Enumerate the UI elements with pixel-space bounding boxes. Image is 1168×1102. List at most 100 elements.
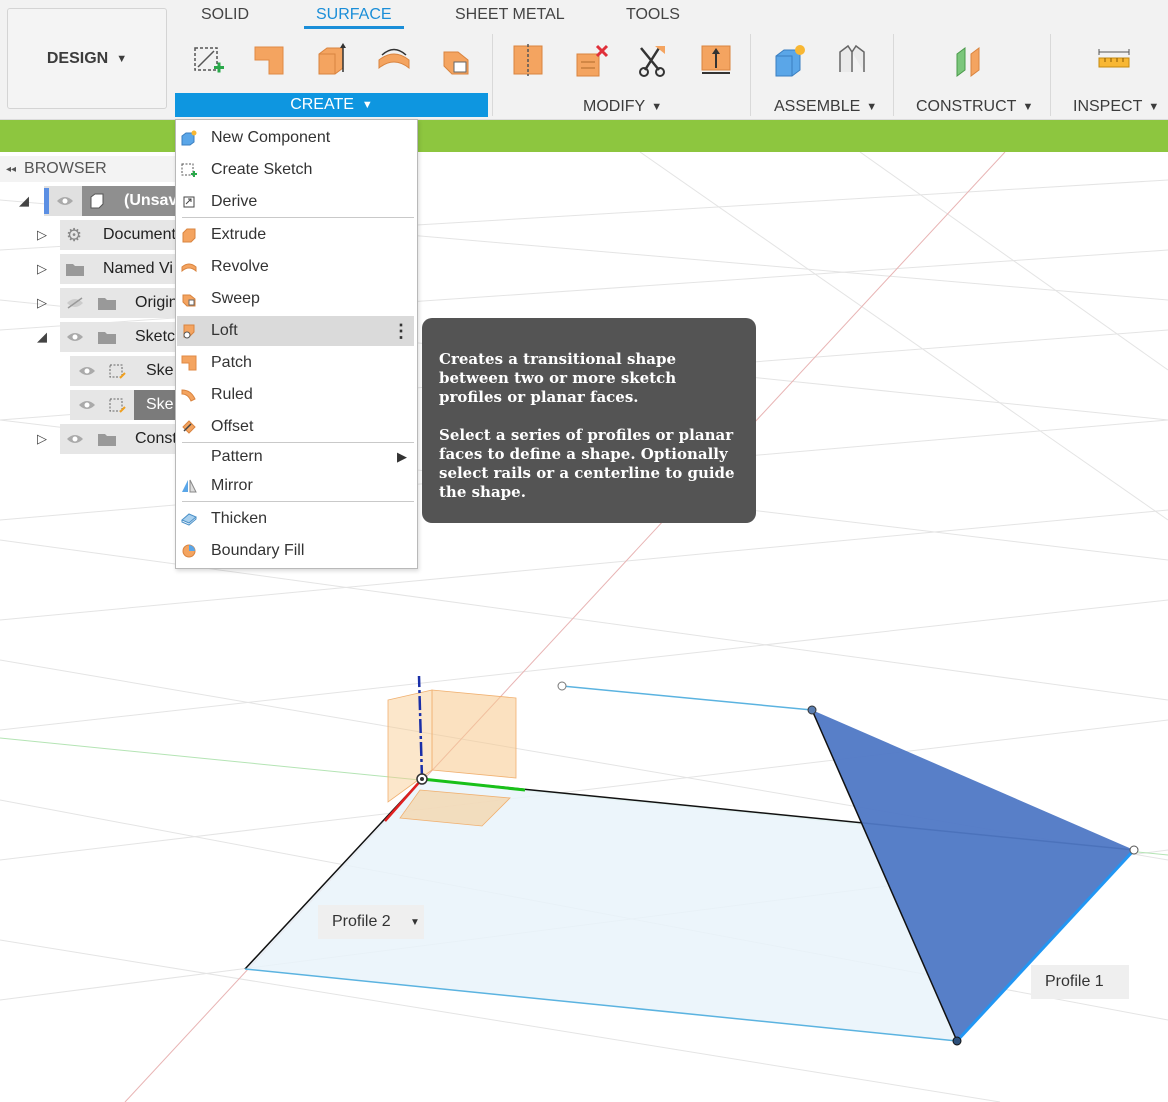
construct-menu-button[interactable]: CONSTRUCT ▼ xyxy=(916,96,1033,118)
new-component-icon[interactable] xyxy=(772,42,808,78)
menu-label: Ruled xyxy=(211,386,253,403)
offset-plane-icon[interactable] xyxy=(953,42,989,78)
create-menu-button[interactable]: CREATE ▼ xyxy=(175,93,488,117)
browser-item-origin[interactable]: ▷ Origin xyxy=(0,288,178,318)
menu-label: Revolve xyxy=(211,258,269,275)
profile-1-label: Profile 1 xyxy=(1045,973,1104,990)
assemble-menu-button[interactable]: ASSEMBLE ▼ xyxy=(774,96,877,118)
split-face-icon[interactable] xyxy=(510,42,546,78)
eye-icon[interactable] xyxy=(66,331,84,343)
menu-item-extrude[interactable]: Extrude xyxy=(177,220,414,250)
menu-item-create-sketch[interactable]: Create Sketch xyxy=(177,155,414,185)
extrude-icon[interactable] xyxy=(313,42,349,78)
folder-icon xyxy=(66,264,84,276)
menu-item-thicken[interactable]: Thicken xyxy=(177,504,414,534)
menu-label: Extrude xyxy=(211,226,267,243)
menu-item-derive[interactable]: Derive xyxy=(177,187,414,217)
browser-header[interactable]: ◂◂ BROWSER xyxy=(0,156,176,182)
menu-item-offset[interactable]: Offset xyxy=(177,412,414,442)
menu-label: Derive xyxy=(211,193,258,210)
tab-tools[interactable]: TOOLS xyxy=(626,6,680,28)
revolve-icon xyxy=(181,263,197,273)
sketches-label: Sketc xyxy=(135,328,176,345)
sweep-icon[interactable] xyxy=(438,42,474,78)
modify-menu-button[interactable]: MODIFY ▼ xyxy=(583,96,662,118)
construction-label: Const xyxy=(135,430,177,447)
chevron-down-icon: ▼ xyxy=(410,917,420,928)
sketch-point[interactable] xyxy=(807,705,817,715)
browser-item-sketch-1[interactable]: Ske xyxy=(0,356,176,386)
construct-label: CONSTRUCT xyxy=(916,98,1017,115)
expanded-triangle-icon[interactable]: ◢ xyxy=(37,329,47,345)
menu-item-ruled[interactable]: Ruled xyxy=(177,380,414,410)
menu-label: Loft xyxy=(211,322,238,339)
root-label: (Unsav xyxy=(124,192,178,209)
menu-item-boundary-fill[interactable]: Boundary Fill xyxy=(177,536,414,566)
browser-item-construction[interactable]: ▷ Const xyxy=(0,424,177,454)
create-dropdown-menu: New Component Create Sketch Derive Extru… xyxy=(175,119,418,569)
submenu-arrow-icon: ▶ xyxy=(397,449,407,464)
folder-icon xyxy=(98,434,116,446)
sketch-icon xyxy=(109,398,126,413)
tab-sheet-metal[interactable]: SHEET METAL xyxy=(455,6,565,28)
eye-icon[interactable] xyxy=(78,365,96,377)
collapsed-triangle-icon[interactable]: ▷ xyxy=(37,431,47,447)
collapsed-triangle-icon[interactable]: ▷ xyxy=(37,227,47,243)
menu-item-sweep[interactable]: Sweep xyxy=(177,284,414,314)
sketch-2-label: Ske xyxy=(146,396,174,413)
menu-item-mirror[interactable]: Mirror xyxy=(177,471,414,501)
browser-root-row[interactable]: ◢ (Unsav xyxy=(0,186,178,216)
patch-icon xyxy=(181,355,197,371)
eye-icon[interactable] xyxy=(66,433,84,445)
menu-item-loft[interactable]: Loft ⋮ xyxy=(177,316,414,346)
chevron-down-icon: ▼ xyxy=(1148,101,1160,113)
browser-item-sketch-2[interactable]: Ske xyxy=(0,390,176,420)
menu-item-pattern[interactable]: Pattern ▶ xyxy=(177,442,414,472)
joint-icon[interactable] xyxy=(834,42,870,78)
divider xyxy=(893,34,894,116)
origin-plane-xz[interactable] xyxy=(431,689,517,779)
extend-icon[interactable] xyxy=(698,42,734,78)
thicken-icon xyxy=(181,513,197,526)
menu-item-new-component[interactable]: New Component xyxy=(177,123,414,153)
revolve-icon[interactable] xyxy=(376,42,412,78)
tab-solid[interactable]: SOLID xyxy=(201,6,249,28)
measure-icon[interactable] xyxy=(1096,42,1132,78)
collapsed-triangle-icon[interactable]: ▷ xyxy=(37,295,47,311)
eye-icon[interactable] xyxy=(78,399,96,411)
trim-icon[interactable] xyxy=(635,42,671,78)
sketch-point[interactable] xyxy=(1129,845,1139,855)
offset-icon xyxy=(182,420,196,434)
eye-icon[interactable] xyxy=(56,195,74,207)
browser-item-named-views[interactable]: ▷ Named Vi xyxy=(0,254,176,284)
menu-item-revolve[interactable]: Revolve xyxy=(177,252,414,282)
browser-title: BROWSER xyxy=(24,160,107,177)
more-options-icon[interactable]: ⋮ xyxy=(392,321,410,342)
menu-item-patch[interactable]: Patch xyxy=(177,348,414,378)
modify-label: MODIFY xyxy=(583,98,646,115)
chevron-down-icon: ▼ xyxy=(116,52,128,65)
menu-label: Mirror xyxy=(211,477,253,494)
browser-item-sketches[interactable]: ◢ Sketc xyxy=(0,322,176,352)
profile-1-tag[interactable]: Profile 1 xyxy=(1031,965,1129,999)
patch-icon[interactable] xyxy=(251,42,287,78)
folder-icon xyxy=(98,332,116,344)
chevron-down-icon: ▼ xyxy=(651,101,663,113)
sketch-point[interactable] xyxy=(557,681,567,691)
collapsed-triangle-icon[interactable]: ▷ xyxy=(37,261,47,277)
create-sketch-icon[interactable] xyxy=(190,42,226,78)
expanded-triangle-icon[interactable]: ◢ xyxy=(19,193,29,209)
inspect-menu-button[interactable]: INSPECT ▼ xyxy=(1073,96,1159,118)
design-workspace-button[interactable]: DESIGN ▼ xyxy=(7,8,167,109)
create-label: CREATE xyxy=(290,96,354,113)
sketch-point[interactable] xyxy=(952,1036,962,1046)
tab-surface[interactable]: SURFACE xyxy=(304,6,404,29)
browser-item-document-settings[interactable]: ▷ ⚙ Document xyxy=(0,220,176,250)
profile-2-dropdown[interactable]: Profile 2 ▼ xyxy=(318,905,424,939)
chevron-down-icon: ▼ xyxy=(1022,101,1034,113)
sweep-icon xyxy=(182,294,196,307)
derive-icon xyxy=(183,196,195,208)
eye-hidden-icon[interactable] xyxy=(66,297,84,309)
collapse-icon[interactable]: ◂◂ xyxy=(6,164,16,175)
delete-face-icon[interactable] xyxy=(573,42,609,78)
